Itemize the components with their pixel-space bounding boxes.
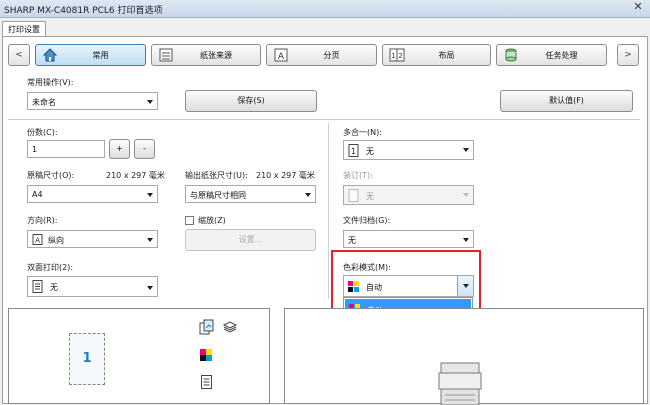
- color-mode-label: 色彩模式(M):: [343, 263, 391, 272]
- nav-button-job-handling-label: 任务处理: [545, 51, 578, 60]
- favorites-value: 未命名: [32, 98, 56, 107]
- nav-button-layout-label: 布局: [438, 51, 455, 60]
- staple-value: 无: [366, 192, 374, 201]
- original-size-value: A4: [32, 190, 43, 199]
- original-size-dims: 210 x 297 毫米: [106, 171, 165, 180]
- favorites-label: 常用操作(V):: [27, 78, 74, 87]
- svg-text:A: A: [278, 52, 285, 62]
- zoom-checkbox[interactable]: [185, 216, 194, 225]
- staple-label: 装订(T):: [343, 171, 373, 180]
- portrait-a-icon: A: [32, 234, 43, 245]
- duplex-select[interactable]: 无: [27, 276, 158, 297]
- single-page-icon: [32, 280, 43, 293]
- output-size-value: 与原稿尺寸相同: [190, 191, 246, 200]
- orientation-value: 纵向: [48, 236, 64, 245]
- chevron-down-icon: [305, 193, 311, 197]
- page-one-icon: 1: [348, 144, 359, 157]
- color-mode-preview-icon: [200, 349, 212, 361]
- filing-select[interactable]: 无: [343, 230, 474, 248]
- page-a-icon: A: [274, 48, 288, 62]
- chevron-down-icon: [147, 286, 153, 290]
- copy-pages-icon: [199, 319, 214, 335]
- zoom-label: 缩放(Z): [198, 216, 226, 225]
- close-button[interactable]: ✕: [628, 1, 648, 15]
- filing-value: 无: [348, 236, 356, 245]
- svg-text:A: A: [35, 237, 40, 245]
- tab-print-settings[interactable]: 打印设置: [2, 21, 46, 37]
- copies-decrement-button[interactable]: -: [134, 139, 155, 159]
- save-button[interactable]: 保存(S): [185, 90, 317, 112]
- nav-button-main[interactable]: 常用: [35, 44, 146, 66]
- page-thumbnail: 1: [69, 333, 105, 385]
- staple-page-icon: [348, 189, 359, 202]
- copies-value: 1: [32, 145, 38, 154]
- output-size-select[interactable]: 与原稿尺寸相同: [185, 185, 316, 203]
- paper-stack-icon: [222, 321, 238, 333]
- nav-next-button[interactable]: >: [617, 44, 639, 66]
- layout-12-icon: 12: [389, 48, 405, 62]
- nup-select[interactable]: 1 无: [343, 140, 474, 160]
- nav-prev-button[interactable]: <: [8, 44, 30, 66]
- staple-select[interactable]: 无: [343, 185, 474, 205]
- chevron-down-icon: [463, 148, 469, 152]
- color-mode-select[interactable]: 自动: [343, 275, 474, 297]
- original-size-label: 原稿尺寸(O):: [27, 171, 75, 180]
- orientation-select[interactable]: A 纵向: [27, 230, 158, 248]
- favorites-select[interactable]: 未命名: [27, 92, 158, 110]
- paper-tray-icon: [159, 48, 173, 62]
- divider: [8, 119, 640, 120]
- color-mode-dropdown-button[interactable]: [457, 276, 473, 296]
- color-auto-icon: [348, 281, 359, 292]
- printer-icon: [438, 362, 482, 405]
- filing-label: 文件归档(G):: [343, 216, 391, 225]
- copies-increment-button[interactable]: +: [109, 139, 130, 159]
- nav-button-paper-source-label: 纸张来源: [200, 51, 232, 60]
- copies-input[interactable]: 1: [27, 140, 105, 158]
- window-title: SHARP MX-C4081R PCL6 打印首选项: [4, 6, 163, 16]
- column-divider: [328, 123, 329, 299]
- chevron-down-icon: [463, 193, 469, 197]
- nup-value: 无: [366, 147, 374, 156]
- chevron-down-icon: [147, 193, 153, 197]
- nav-button-pagination-label: 分页: [323, 51, 340, 60]
- tab-row: [0, 18, 650, 37]
- original-size-select[interactable]: A4: [27, 185, 158, 203]
- nav-button-job-handling[interactable]: 任务处理: [496, 44, 607, 66]
- page-preview: 1: [8, 308, 270, 404]
- output-size-label: 输出纸张尺寸(U):: [185, 171, 248, 180]
- svg-text:1: 1: [351, 147, 356, 156]
- copies-label: 份数(C):: [27, 128, 58, 137]
- nup-label: 多合一(N):: [343, 128, 382, 137]
- document-icon: [201, 375, 212, 389]
- nav-button-main-label: 常用: [92, 51, 109, 60]
- output-size-dims: 210 x 297 毫米: [256, 171, 315, 180]
- nav-button-pagination[interactable]: A 分页: [266, 44, 377, 66]
- zoom-settings-button[interactable]: 设置...: [185, 229, 316, 251]
- chevron-down-icon: [463, 284, 469, 288]
- svg-text:2: 2: [398, 52, 402, 60]
- chevron-down-icon: [147, 100, 153, 104]
- chevron-down-icon: [147, 238, 153, 242]
- nav-button-paper-source[interactable]: 纸张来源: [151, 44, 261, 66]
- defaults-button[interactable]: 默认值(F): [500, 90, 633, 112]
- duplex-value: 无: [50, 283, 58, 292]
- title-bar: SHARP MX-C4081R PCL6 打印首选项 ✕: [0, 0, 650, 18]
- nav-button-layout[interactable]: 12 布局: [382, 44, 491, 66]
- svg-text:1: 1: [391, 52, 395, 60]
- home-icon: [42, 48, 58, 62]
- page-number: 1: [82, 351, 92, 366]
- color-mode-value: 自动: [366, 283, 382, 292]
- job-stack-icon: [505, 48, 517, 62]
- printer-preview: [284, 308, 644, 405]
- duplex-label: 双面打印(2):: [27, 263, 74, 272]
- orientation-label: 方向(R):: [27, 216, 58, 225]
- chevron-down-icon: [463, 238, 469, 242]
